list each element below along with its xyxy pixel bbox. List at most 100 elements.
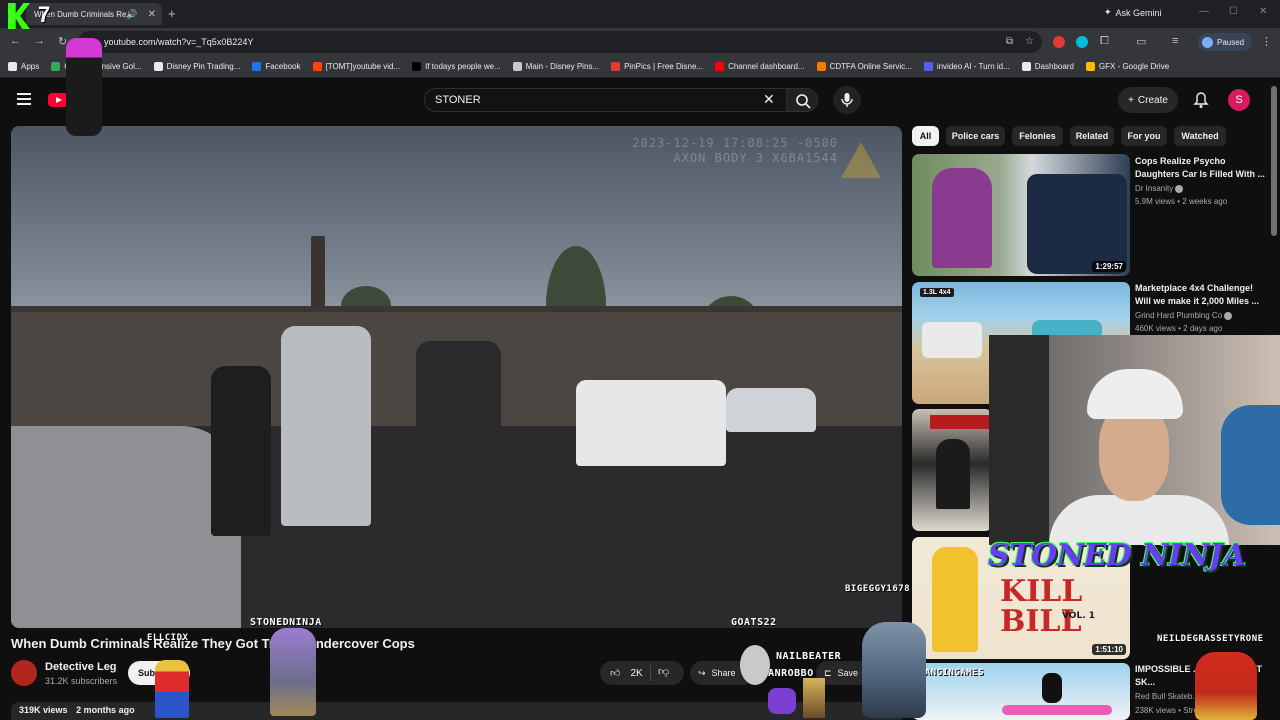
bookmark-item[interactable]: Dashboard [1021, 62, 1074, 71]
speaker-icon[interactable]: 🔊 [126, 9, 137, 20]
thumbnail-skater [1042, 673, 1062, 703]
favicon-icon [153, 62, 163, 71]
views-text: 5.9M views [1135, 197, 1176, 206]
bookmark-item[interactable]: PinPics | Free Disne... [611, 62, 703, 71]
close-window-icon[interactable]: ✕ [1259, 6, 1267, 17]
page-scrollbar[interactable] [1271, 86, 1277, 236]
channel-name[interactable]: Detective Leg [45, 661, 117, 673]
extension-icon[interactable] [1053, 36, 1065, 48]
video-player[interactable]: 2023-12-19 17:08:25 -0500 AXON BODY 3 X6… [11, 126, 902, 628]
sprite-character [803, 678, 825, 718]
sprite-character [270, 628, 316, 716]
media-control-icon[interactable]: ≡ [1172, 35, 1178, 47]
channel-name-text: Grind Hard Plumbing Co [1135, 311, 1223, 320]
stream-banner: STONED NINJA [988, 538, 1246, 573]
apps-grid-icon [8, 62, 17, 71]
bookmark-item[interactable]: CDTFA Online Servic... [816, 62, 912, 71]
bookmark-item[interactable]: Disney Pin Trading... [153, 62, 240, 71]
streamer-webcam [989, 335, 1280, 545]
close-tab-icon[interactable]: ✕ [148, 9, 156, 20]
like-divider [650, 665, 651, 681]
webcam-background [989, 335, 1049, 545]
gemini-icon: ✦ [1104, 7, 1112, 17]
chip-watched[interactable]: Watched [1174, 126, 1226, 146]
chip-all[interactable]: All [912, 126, 939, 146]
profile-button[interactable]: Paused [1198, 33, 1252, 51]
voice-search-button[interactable] [833, 86, 861, 114]
bookmark-item[interactable]: Main - Disney Pins... [512, 62, 599, 71]
like-button[interactable]: 👍︎ 2K [600, 661, 684, 685]
recommendation-title[interactable]: Marketplace 4x4 Challenge! Will we make … [1135, 282, 1265, 308]
bookmark-item[interactable]: Facebook [252, 62, 301, 71]
url-text: youtube.com/watch?v=_Tq5x0B224Y [104, 37, 254, 47]
video-title: When Dumb Criminals Realize They Got Tri… [11, 636, 415, 651]
maximize-icon[interactable]: ☐ [1229, 6, 1238, 17]
webcam-face [1099, 405, 1169, 501]
thumbs-down-icon[interactable]: 👎︎ [658, 665, 669, 678]
search-input[interactable]: STONER [424, 88, 788, 112]
bookmark-item[interactable]: Channel dashboard... [715, 62, 805, 71]
account-avatar[interactable]: S [1228, 89, 1250, 111]
menu-icon[interactable] [17, 93, 31, 105]
favicon-icon [412, 62, 422, 71]
sprite-character [66, 38, 102, 136]
new-tab-button[interactable]: + [168, 6, 176, 21]
bodycam-device: AXON BODY 3 X6BA1544 [673, 151, 838, 165]
viewer-name: BIGEGGY1678 [845, 584, 911, 594]
notifications-bell-icon[interactable] [1193, 91, 1209, 109]
install-app-icon[interactable]: ⧉ [1006, 36, 1013, 47]
chip-police-cars[interactable]: Police cars [946, 126, 1005, 146]
forward-icon[interactable]: → [34, 35, 45, 47]
back-icon[interactable]: ← [10, 35, 21, 47]
minimize-icon[interactable]: — [1199, 6, 1209, 17]
microphone-icon [841, 93, 853, 107]
create-button[interactable]: + Create [1118, 87, 1178, 113]
channel-name-text: Dr Insanity [1135, 184, 1174, 193]
chip-felonies[interactable]: Felonies [1012, 126, 1063, 146]
bookmark-item[interactable]: invideo AI - Turn id... [923, 62, 1010, 71]
bookmark-item[interactable]: [TOMT]youtube vid... [312, 62, 400, 71]
recommendation-title[interactable]: Cops Realize Psycho Daughters Car Is Fil… [1135, 155, 1265, 181]
recommendation-thumbnail[interactable] [912, 409, 992, 531]
share-icon: ↪ [698, 667, 706, 678]
extensions-puzzle-icon[interactable]: ⧠ [1100, 35, 1109, 48]
channel-avatar[interactable] [11, 660, 37, 686]
bodycam-timestamp: 2023-12-19 17:08:25 -0500 AXON BODY 3 X6… [632, 136, 838, 166]
recommendation-meta: 460K views • 2 days ago [1135, 324, 1223, 333]
recommendation-thumbnail[interactable]: 1:29:57 [912, 154, 1130, 276]
clear-search-icon[interactable]: ✕ [763, 91, 775, 108]
age-text: 2 days ago [1183, 324, 1223, 333]
recommendation-channel[interactable]: Grind Hard Plumbing Co [1135, 311, 1233, 320]
browser-menu-icon[interactable]: ⋮ [1261, 35, 1272, 48]
bookmark-item[interactable]: If todays people we... [412, 62, 501, 71]
bookmark-label: CDTFA Online Servic... [829, 62, 912, 71]
extension-icon[interactable] [1076, 36, 1088, 48]
person-officer [416, 341, 501, 581]
chip-related[interactable]: Related [1070, 126, 1114, 146]
person-hoodie [281, 326, 371, 526]
sprite-character [768, 688, 796, 714]
thumbnail-badge: 1.3L 4x4 [920, 288, 954, 297]
favicon-icon [51, 62, 61, 71]
subscriber-count: 31.2K subscribers [45, 676, 118, 686]
search-button[interactable] [786, 88, 818, 112]
chip-for-you[interactable]: For you [1121, 126, 1167, 146]
bookmark-label: Facebook [265, 62, 301, 71]
favicon-icon [816, 62, 826, 71]
sprite-character [155, 660, 189, 718]
bookmark-item[interactable]: GFX - Google Drive [1085, 62, 1169, 71]
white-pickup-truck [576, 380, 726, 466]
profile-avatar [1202, 36, 1213, 48]
side-panel-icon[interactable]: ▭ [1136, 35, 1146, 48]
age-text: 2 weeks ago [1182, 197, 1228, 206]
sprite-character [1195, 652, 1257, 720]
ask-gemini-button[interactable]: ✦ Ask Gemini [1104, 7, 1162, 18]
bookmark-star-icon[interactable]: ☆ [1025, 36, 1034, 47]
bookmark-label: Channel dashboard... [728, 62, 805, 71]
youtube-logo[interactable] [48, 93, 68, 107]
viewer-name: NAILBEATER [776, 651, 842, 662]
upload-age: 2 months ago [76, 705, 135, 715]
recommendation-channel[interactable]: Dr Insanity [1135, 184, 1184, 193]
address-bar[interactable]: youtube.com/watch?v=_Tq5x0B224Y ⧉ ☆ [78, 31, 1042, 53]
bookmark-item[interactable]: Apps [8, 62, 39, 71]
